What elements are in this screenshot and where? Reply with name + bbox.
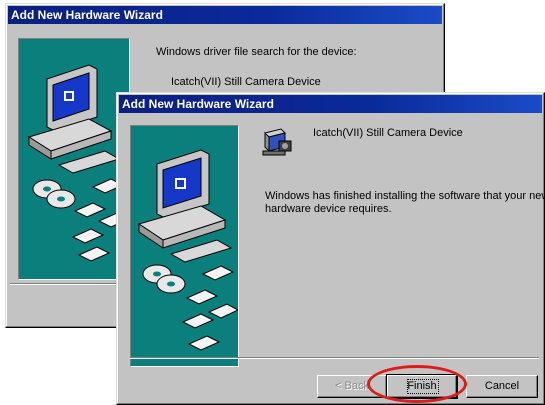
front-device-name: Icatch(VII) Still Camera Device xyxy=(313,127,463,139)
back-search-text: Windows driver file search for the devic… xyxy=(156,46,357,58)
finish-highlight-ellipse xyxy=(367,365,467,403)
finish-message-line-1: Windows has finished installing the soft… xyxy=(265,190,545,202)
button-area-separator xyxy=(130,357,539,359)
back-window-title: Add New Hardware Wizard xyxy=(8,6,442,24)
front-wizard-window: Add New Hardware Wizard Icatch(VII) Stil… xyxy=(116,92,545,405)
finish-message-line-2: hardware device requires. xyxy=(265,203,392,215)
camera-icon xyxy=(261,127,295,157)
front-window-title: Add New Hardware Wizard xyxy=(119,95,542,113)
computer-illustration-icon xyxy=(27,64,129,262)
computer-illustration-icon xyxy=(137,149,238,351)
cancel-button[interactable]: Cancel xyxy=(466,375,538,398)
front-wizard-illustration xyxy=(130,125,239,367)
back-window-separator xyxy=(10,283,118,285)
back-wizard-illustration xyxy=(18,38,130,280)
back-device-name: Icatch(VII) Still Camera Device xyxy=(171,76,321,88)
